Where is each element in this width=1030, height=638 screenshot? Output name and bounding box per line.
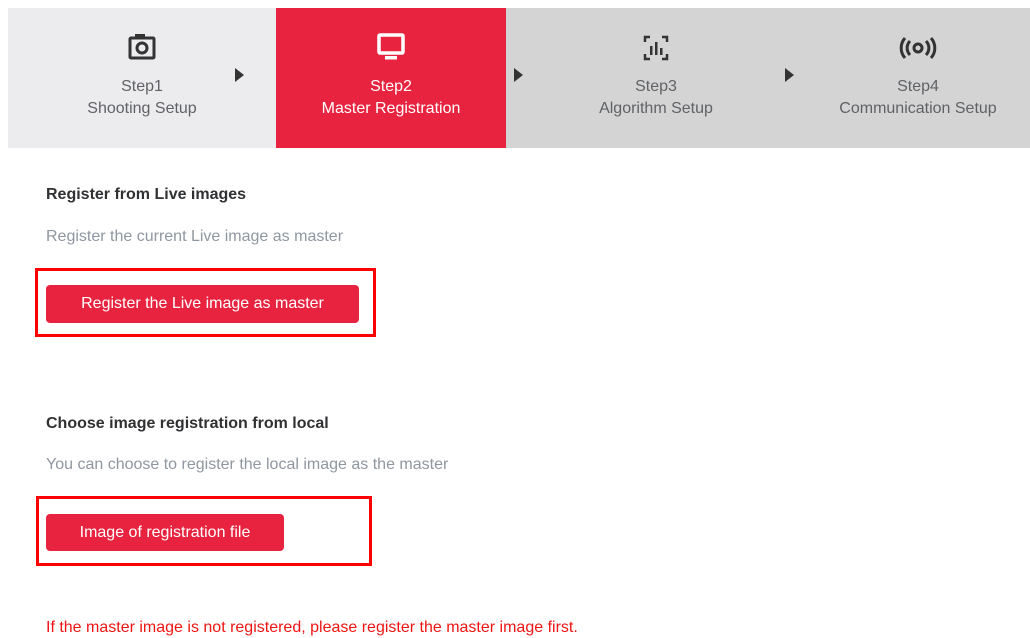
- step-1-label: Shooting Setup: [87, 100, 197, 117]
- local-section-description: You can choose to register the local ima…: [46, 456, 449, 473]
- step-2-number: Step2: [370, 78, 412, 95]
- step-3-label: Algorithm Setup: [599, 100, 713, 117]
- step-arrow-icon: [785, 68, 794, 82]
- chart-scan-icon: [643, 35, 669, 61]
- step-4-communication-setup[interactable]: Step4 Communication Setup: [806, 8, 1030, 148]
- local-section-title: Choose image registration from local: [46, 415, 329, 432]
- step-1-number: Step1: [121, 78, 163, 95]
- step-3-number: Step3: [635, 78, 677, 95]
- step-2-master-registration[interactable]: Step2 Master Registration: [276, 8, 506, 148]
- step-arrow-icon: [235, 68, 244, 82]
- live-section-description: Register the current Live image as maste…: [46, 228, 344, 245]
- step-2-label: Master Registration: [321, 100, 461, 117]
- step-bar: Step1 Shooting Setup Step2 Master Regist…: [8, 8, 1030, 148]
- monitor-icon: [377, 33, 405, 60]
- step-arrow-icon: [514, 68, 523, 82]
- live-section-title: Register from Live images: [46, 186, 247, 203]
- step-4-label: Communication Setup: [839, 100, 997, 117]
- signal-broadcast-icon: [899, 37, 937, 59]
- register-live-image-button[interactable]: Register the Live image as master: [46, 285, 359, 323]
- warning-message: If the master image is not registered, p…: [46, 619, 578, 636]
- camera-icon: [128, 34, 156, 60]
- step-4-number: Step4: [897, 78, 939, 95]
- registration-file-button[interactable]: Image of registration file: [46, 514, 284, 551]
- step-3-algorithm-setup[interactable]: Step3 Algorithm Setup: [506, 8, 806, 148]
